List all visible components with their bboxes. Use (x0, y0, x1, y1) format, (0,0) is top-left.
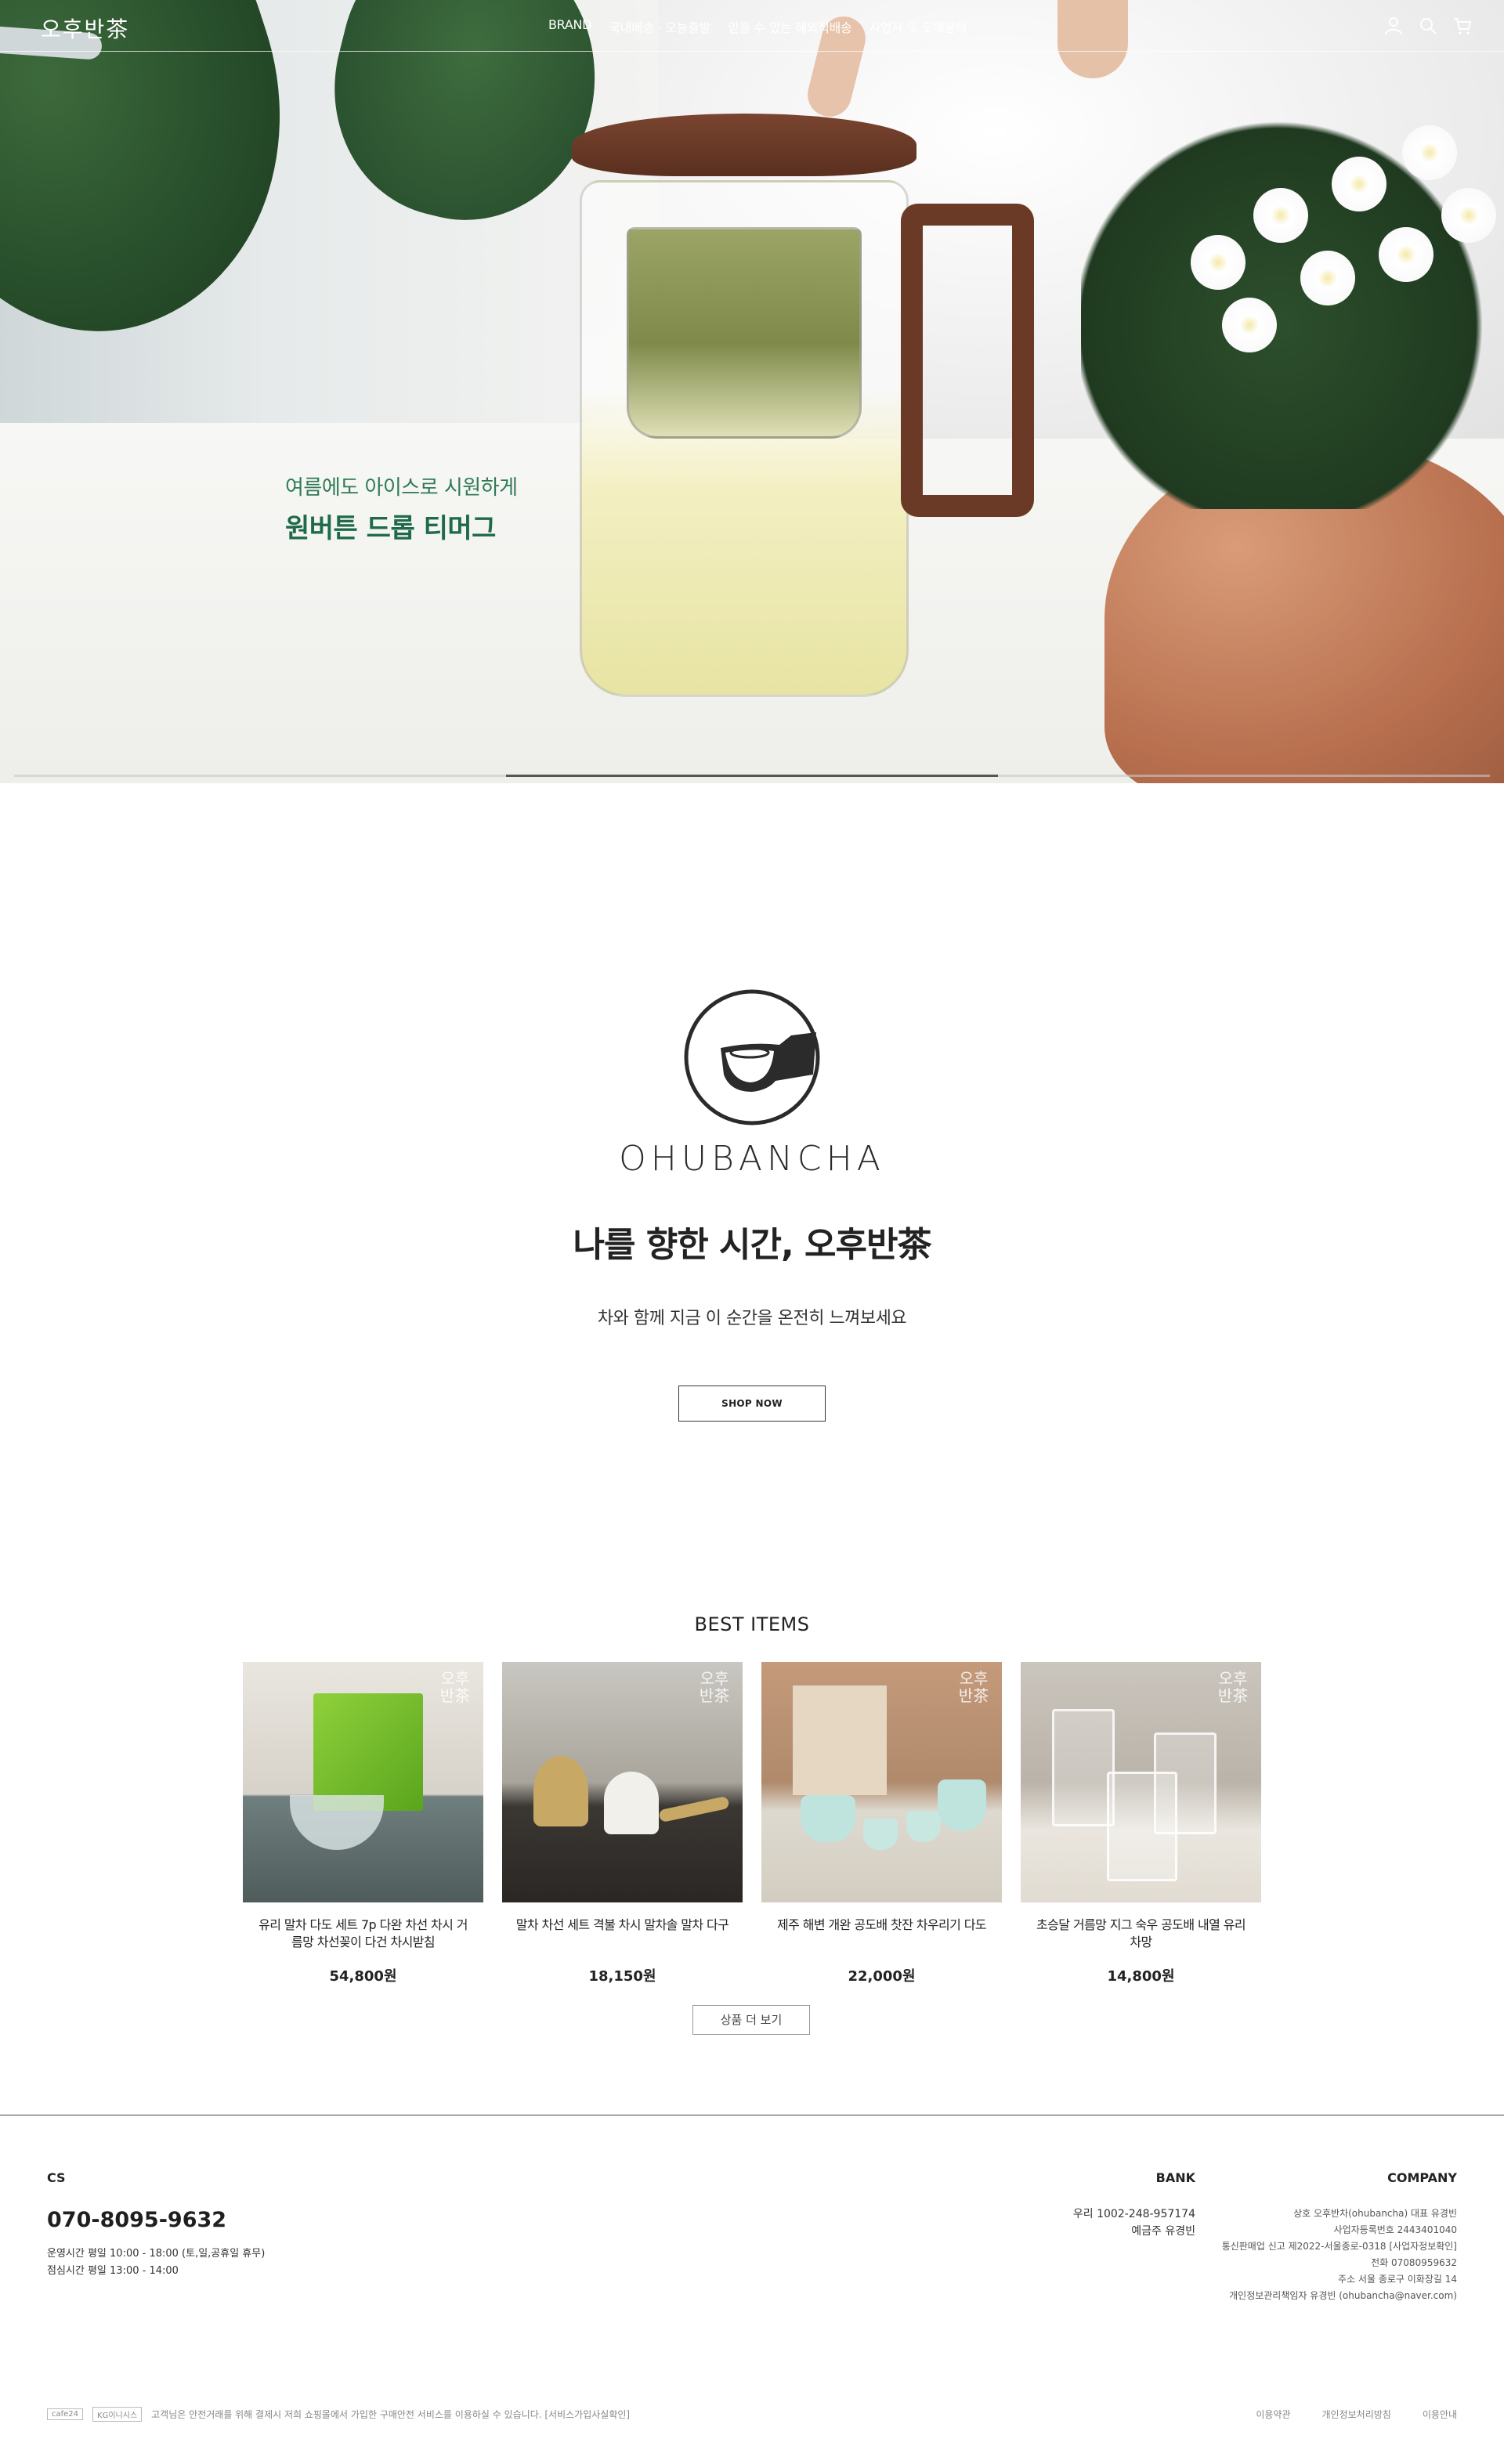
product-cup (863, 1819, 898, 1850)
best-items-section: BEST ITEMS 오후 반茶 유리 말차 다도 세트 7p 다완 차선 차시 … (0, 1613, 1504, 2035)
bank-account: 우리 1002-248-957174 (1072, 2208, 1195, 2220)
site-header: 오후반茶 BRAND 국내배송 · 오늘출발 믿을 수 있는 해외직배송 사업자… (0, 0, 1504, 52)
company-address: 주소 서울 종로구 이화장길 14 (1338, 2274, 1457, 2285)
hero-flower (1441, 188, 1496, 243)
product-price: 18,150원 (588, 1968, 656, 1985)
hero-subtitle: 여름에도 아이스로 시원하게 (285, 476, 518, 500)
bank-lines: 우리 1002-248-957174 예금주 유경빈 (1073, 2206, 1195, 2240)
product-card[interactable]: 오후 반茶 초승달 거름망 지그 숙우 공도배 내열 유리 차망 14,800원 (1021, 1662, 1261, 1985)
main-nav: BRAND 국내배송 · 오늘출발 믿을 수 있는 해외직배송 사업자 및 도매… (548, 17, 967, 36)
cs-operating-hours: 운영시간 평일 10:00 - 18:00 (토,일,공휴일 휴무) (47, 2248, 266, 2260)
company-phone: 전화 07080959632 (1371, 2257, 1457, 2268)
product-gift-box (793, 1685, 887, 1795)
company-title: COMPANY (1387, 2170, 1457, 2185)
hero-flower (1253, 188, 1308, 243)
product-tea-scoop (658, 1795, 730, 1823)
slide-progress-bar[interactable] (14, 775, 1490, 777)
hero-wooden-handle (901, 204, 1034, 517)
hero-monstera-leaf (0, 0, 341, 377)
hero-flower (1332, 157, 1386, 211)
product-image[interactable]: 오후 반茶 (502, 1662, 743, 1902)
product-image[interactable]: 오후 반茶 (761, 1662, 1002, 1902)
hero-flower (1191, 235, 1246, 290)
brand-section: OHUBANCHA 나를 향한 시간, 오후반茶 차와 함께 지금 이 순간을 … (0, 987, 1504, 1422)
product-pitcher (938, 1779, 986, 1831)
company-lines: 상호 오후반차(ohubancha) 대표 유경빈 사업자등록번호 244340… (1222, 2206, 1457, 2304)
cs-hours: 운영시간 평일 10:00 - 18:00 (토,일,공휴일 휴무) 점심시간 … (47, 2245, 265, 2280)
bank-title: BANK (1155, 2170, 1195, 2185)
nav-wholesale-inquiry[interactable]: 사업자 및 도매문의 (869, 17, 967, 36)
user-icon[interactable] (1383, 16, 1404, 36)
brand-title: 나를 향한 시간, 오후반茶 (573, 1225, 932, 1265)
product-watermark: 오후 반茶 (699, 1669, 730, 1705)
product-card[interactable]: 오후 반茶 제주 해변 개완 공도배 찻잔 차우리기 다도 22,000원 (761, 1662, 1002, 1985)
bank-holder: 예금주 유경빈 (1131, 2225, 1195, 2238)
company-privacy-officer: 개인정보관리책임자 유경빈 (ohubancha@naver.com) (1229, 2290, 1457, 2301)
search-icon[interactable] (1418, 16, 1438, 36)
product-grid: 오후 반茶 유리 말차 다도 세트 7p 다완 차선 차시 거름망 차선꽂이 다건… (243, 1662, 1261, 1985)
hero-caption: 여름에도 아이스로 시원하게 원버튼 드롭 티머그 (285, 471, 518, 545)
product-price: 22,000원 (848, 1968, 916, 1985)
footer-links: 이용약관 개인정보처리방침 이용안내 (1256, 2408, 1457, 2421)
shop-now-button[interactable]: SHOP NOW (678, 1386, 826, 1422)
hero-flower (1379, 227, 1434, 282)
brand-subtitle: 차와 함께 지금 이 순간을 온전히 느껴보세요 (597, 1309, 907, 1328)
product-image[interactable]: 오후 반茶 (243, 1662, 483, 1902)
header-icons (1383, 16, 1473, 36)
nav-domestic-shipping[interactable]: 국내배송 · 오늘출발 (609, 17, 710, 36)
nav-overseas-shipping[interactable]: 믿을 수 있는 해외직배송 (728, 17, 852, 36)
escrow-notice[interactable]: 고객님은 안전거래를 위해 결제시 저희 쇼핑몰에서 가입한 구매안전 서비스를… (151, 2408, 630, 2421)
inicis-badge: KG이니시스 (92, 2407, 143, 2422)
product-tea-box (313, 1693, 423, 1811)
cart-icon[interactable] (1452, 16, 1473, 36)
product-price: 54,800원 (329, 1968, 397, 1985)
company-business-number: 사업자등록번호 2443401040 (1333, 2224, 1457, 2235)
nav-brand[interactable]: BRAND (548, 17, 591, 36)
hero-flower (1222, 298, 1277, 352)
company-info: COMPANY 상호 오후반차(ohubancha) 대표 유경빈 사업자등록번… (1222, 2170, 1457, 2304)
product-watermark: 오후 반茶 (1217, 1669, 1249, 1705)
product-price: 14,800원 (1107, 1968, 1175, 1985)
product-card[interactable]: 오후 반茶 말차 차선 세트 격불 차시 말차솔 말차 다구 18,150원 (502, 1662, 743, 1985)
product-watermark: 오후 반茶 (958, 1669, 989, 1705)
product-glass-bowl (290, 1795, 384, 1850)
product-gaiwan (801, 1795, 855, 1842)
product-glass-pitcher (1107, 1772, 1177, 1881)
hero-banner[interactable]: 여름에도 아이스로 시원하게 원버튼 드롭 티머그 (0, 0, 1504, 783)
product-image[interactable]: 오후 반茶 (1021, 1662, 1261, 1902)
brand-wordmark: OHUBANCHA (619, 1139, 885, 1179)
privacy-link[interactable]: 개인정보처리방침 (1322, 2408, 1391, 2421)
best-items-title: BEST ITEMS (694, 1613, 810, 1635)
guide-link[interactable]: 이용안내 (1423, 2408, 1457, 2421)
terms-link[interactable]: 이용약관 (1256, 2408, 1290, 2421)
hero-wooden-lid (572, 114, 916, 176)
product-name[interactable]: 초승달 거름망 지그 숙우 공도배 내열 유리 차망 (1032, 1917, 1250, 1951)
product-whisk (533, 1756, 588, 1826)
site-footer: CS 070-8095-9632 운영시간 평일 10:00 - 18:00 (… (0, 2115, 1504, 2464)
product-cup (906, 1811, 941, 1842)
hero-flower (1402, 125, 1457, 180)
cs-phone[interactable]: 070-8095-9632 (47, 2208, 226, 2232)
product-watermark: 오후 반茶 (439, 1669, 471, 1705)
footer-bottom-bar: cafe24 KG이니시스 고객님은 안전거래를 위해 결제시 저희 쇼핑몰에서… (47, 2407, 1457, 2422)
cs-title: CS (47, 2170, 66, 2185)
cs-lunch-hours: 점심시간 평일 13:00 - 14:00 (47, 2265, 179, 2277)
product-card[interactable]: 오후 반茶 유리 말차 다도 세트 7p 다완 차선 차시 거름망 차선꽂이 다건… (243, 1662, 483, 1985)
product-name[interactable]: 제주 해변 개완 공도배 찻잔 차우리기 다도 (772, 1917, 991, 1951)
company-mail-order-license[interactable]: 통신판매업 신고 제2022-서울종로-0318 [사업자정보확인] (1222, 2238, 1457, 2255)
company-name: 상호 오후반차(ohubancha) 대표 유경빈 (1293, 2208, 1457, 2219)
bank-info: BANK 우리 1002-248-957174 예금주 유경빈 (1073, 2170, 1195, 2240)
product-name[interactable]: 말차 차선 세트 격불 차시 말차솔 말차 다구 (513, 1917, 732, 1951)
cafe24-badge: cafe24 (47, 2408, 84, 2420)
more-products-button[interactable]: 상품 더 보기 (692, 2005, 810, 2035)
hero-flower (1300, 251, 1355, 305)
product-glass-pitcher (1052, 1709, 1115, 1826)
product-whisk-holder (604, 1772, 659, 1834)
hero-tea-infuser (627, 227, 862, 439)
product-name[interactable]: 유리 말차 다도 세트 7p 다완 차선 차시 거름망 차선꽂이 다건 차시받침 (254, 1917, 472, 1951)
hero-title: 원버튼 드롭 티머그 (285, 513, 496, 544)
slide-progress-fill (506, 775, 998, 777)
teacup-logo-icon (684, 989, 820, 1125)
site-logo[interactable]: 오후반茶 (41, 13, 129, 44)
